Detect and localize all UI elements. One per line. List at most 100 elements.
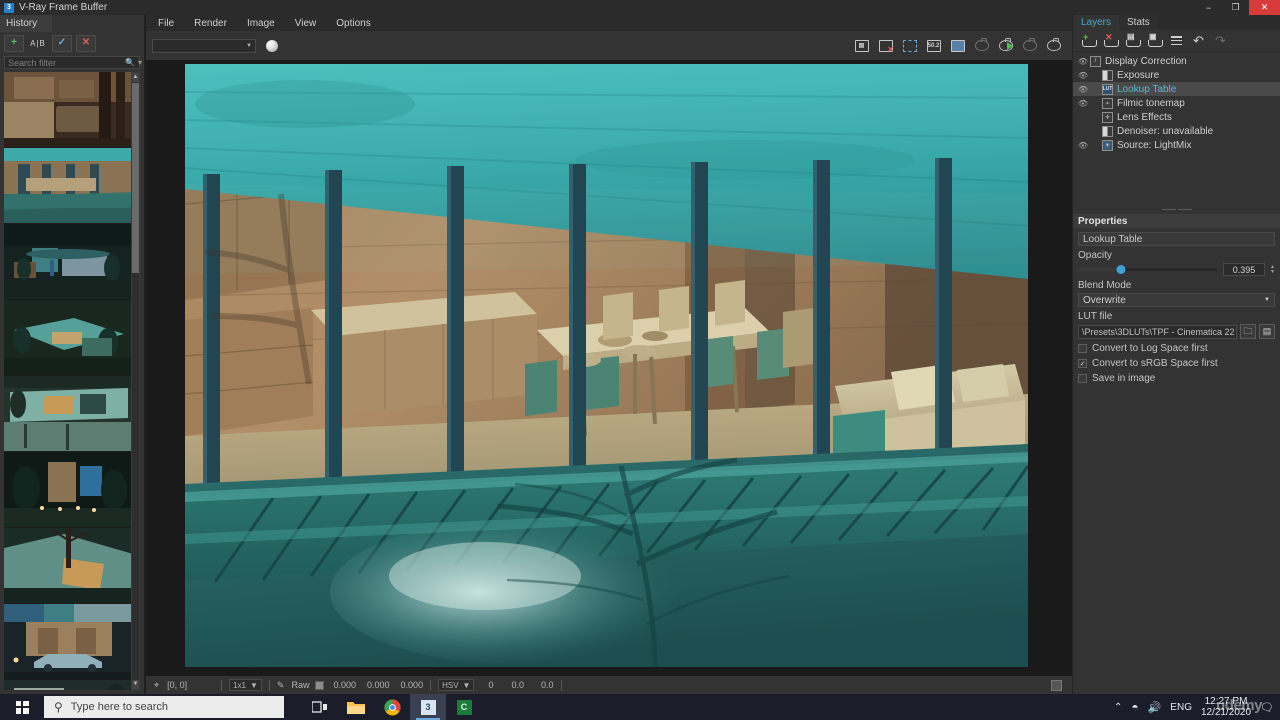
- opacity-value-field[interactable]: 0.395: [1223, 263, 1266, 276]
- color-sphere-icon[interactable]: [266, 39, 278, 52]
- app-green-button[interactable]: C: [446, 694, 482, 720]
- 3dsmax-button[interactable]: 3: [410, 694, 446, 720]
- save-image-button[interactable]: ▤: [853, 38, 870, 54]
- menu-image[interactable]: Image: [247, 18, 275, 29]
- menu-view[interactable]: View: [295, 18, 317, 29]
- list-item[interactable]: [4, 148, 133, 224]
- denoiser-icon: [1102, 125, 1113, 137]
- tab-layers[interactable]: Layers: [1073, 15, 1120, 30]
- close-button[interactable]: ✕: [1249, 0, 1280, 15]
- layer-row-lookup-table[interactable]: 👁 LUT Lookup Table: [1073, 82, 1280, 96]
- scrollbar-thumb[interactable]: [132, 83, 139, 273]
- list-item[interactable]: [4, 528, 133, 604]
- pick-color-icon[interactable]: ✎: [277, 680, 285, 691]
- opacity-slider[interactable]: [1078, 265, 1218, 274]
- volume-icon[interactable]: 🔊: [1148, 701, 1162, 714]
- minimize-button[interactable]: −: [1195, 0, 1222, 15]
- abort-render-button[interactable]: [1021, 38, 1038, 54]
- restore-button[interactable]: ❐: [1222, 0, 1249, 15]
- start-button[interactable]: [0, 694, 44, 720]
- scroll-down-icon[interactable]: ▼: [132, 680, 139, 689]
- layer-row-display-correction[interactable]: 👁 / Display Correction: [1073, 54, 1280, 68]
- region-render-button[interactable]: [901, 38, 918, 54]
- sampler-size-dropdown[interactable]: 1x1 ▼: [229, 679, 262, 691]
- chevron-down-icon[interactable]: ▾: [138, 58, 142, 67]
- compare-ab-button[interactable]: A|B: [28, 35, 48, 52]
- taskbar-clock[interactable]: 12:27 PM 12/21/2020: [1201, 696, 1251, 718]
- add-layer-button[interactable]: +: [1080, 32, 1097, 49]
- menu-file[interactable]: File: [158, 18, 174, 29]
- load-layers-button[interactable]: ▤: [1124, 32, 1141, 49]
- lut-file-field[interactable]: \Presets\3DLUTs\TPF - Cinematica 22 - LO…: [1078, 324, 1237, 339]
- list-item[interactable]: [4, 604, 133, 680]
- language-indicator[interactable]: ENG: [1170, 702, 1192, 713]
- render-sequence-button[interactable]: [1045, 38, 1062, 54]
- save-in-image-checkbox[interactable]: [1078, 374, 1087, 383]
- layer-row-denoiser[interactable]: Denoiser: unavailable: [1073, 124, 1280, 138]
- convert-srgb-space-row[interactable]: ✓ Convert to sRGB Space first: [1078, 358, 1275, 369]
- convert-log-space-checkbox[interactable]: [1078, 344, 1087, 353]
- lut-presets-button[interactable]: ▤: [1259, 324, 1275, 339]
- convert-srgb-space-checkbox[interactable]: ✓: [1078, 359, 1087, 368]
- render-button[interactable]: [997, 38, 1014, 54]
- color-space-dropdown[interactable]: HSV ▼: [438, 679, 475, 691]
- delete-layer-button[interactable]: ✕: [1102, 32, 1119, 49]
- save-layers-button[interactable]: ▣: [1146, 32, 1163, 49]
- blend-mode-dropdown[interactable]: Overwrite ▼: [1078, 293, 1275, 307]
- list-item[interactable]: [4, 300, 133, 376]
- visibility-eye-icon[interactable]: 👁: [1076, 141, 1090, 150]
- render-last-button[interactable]: [973, 38, 990, 54]
- history-panel: History + A|B ✓ ✕ 🔍 ▾: [0, 15, 145, 694]
- history-thumbnail-list[interactable]: [4, 72, 133, 690]
- menu-options[interactable]: Options: [336, 18, 370, 29]
- tab-stats[interactable]: Stats: [1119, 15, 1158, 30]
- convert-log-space-row[interactable]: Convert to Log Space first: [1078, 343, 1275, 354]
- layer-row-source-lightmix[interactable]: 👁 ☀ Source: LightMix: [1073, 138, 1280, 152]
- panel-splitter[interactable]: [1073, 204, 1280, 214]
- history-tab[interactable]: History: [0, 15, 52, 32]
- render-element-dropdown[interactable]: ▼: [152, 38, 256, 53]
- visibility-eye-icon[interactable]: 👁: [1076, 57, 1090, 66]
- menu-render[interactable]: Render: [194, 18, 227, 29]
- layer-presets-button[interactable]: [1168, 33, 1185, 49]
- chrome-button[interactable]: [374, 694, 410, 720]
- visibility-eye-icon[interactable]: 👁: [1076, 99, 1090, 108]
- history-search-row[interactable]: 🔍 ▾: [4, 56, 142, 69]
- list-item[interactable]: [4, 680, 133, 690]
- browse-lut-button[interactable]: 🗀: [1240, 324, 1256, 339]
- list-item[interactable]: [4, 72, 133, 148]
- opacity-stepper[interactable]: ▲ ▼: [1270, 264, 1275, 275]
- action-center-icon[interactable]: 🗨: [1260, 701, 1274, 714]
- tray-chevron-icon[interactable]: ⌃: [1114, 702, 1122, 713]
- color-swatch[interactable]: [315, 680, 325, 690]
- list-item[interactable]: [4, 376, 133, 452]
- fit-to-window-button[interactable]: [949, 38, 966, 54]
- render-viewport[interactable]: [146, 60, 1072, 676]
- remove-from-history-button[interactable]: ✕: [76, 34, 96, 52]
- file-explorer-button[interactable]: [338, 694, 374, 720]
- layer-row-lens-effects[interactable]: ✛ Lens Effects: [1073, 110, 1280, 124]
- resize-grip[interactable]: [1051, 679, 1062, 691]
- history-scrollbar[interactable]: ▲ ▼: [131, 72, 140, 690]
- undo-button[interactable]: ↶: [1190, 33, 1207, 49]
- layer-list[interactable]: 👁 / Display Correction 👁 Exposure 👁 LUT …: [1073, 52, 1280, 204]
- taskbar-search[interactable]: ⚲ Type here to search: [44, 696, 284, 718]
- raw-g-value: 0.000: [367, 680, 390, 690]
- visibility-eye-icon[interactable]: 👁: [1076, 71, 1090, 80]
- task-view-button[interactable]: [302, 694, 338, 720]
- add-to-history-button[interactable]: +: [4, 34, 24, 52]
- clear-image-button[interactable]: ✕: [877, 38, 894, 54]
- opacity-slider-handle[interactable]: [1116, 265, 1126, 274]
- search-input[interactable]: [8, 57, 125, 68]
- layer-row-filmic-tonemap[interactable]: 👁 ≁ Filmic tonemap: [1073, 96, 1280, 110]
- list-item[interactable]: [4, 452, 133, 528]
- network-icon[interactable]: ◓: [1131, 700, 1138, 714]
- list-item[interactable]: [4, 224, 133, 300]
- stamp-button[interactable]: 50.2: [925, 38, 942, 54]
- list-icon: [1171, 36, 1182, 45]
- visibility-eye-icon[interactable]: 👁: [1076, 85, 1090, 94]
- scroll-up-icon[interactable]: ▲: [132, 73, 139, 82]
- set-as-current-button[interactable]: ✓: [52, 34, 72, 52]
- layer-row-exposure[interactable]: 👁 Exposure: [1073, 68, 1280, 82]
- save-in-image-row[interactable]: Save in image: [1078, 373, 1275, 384]
